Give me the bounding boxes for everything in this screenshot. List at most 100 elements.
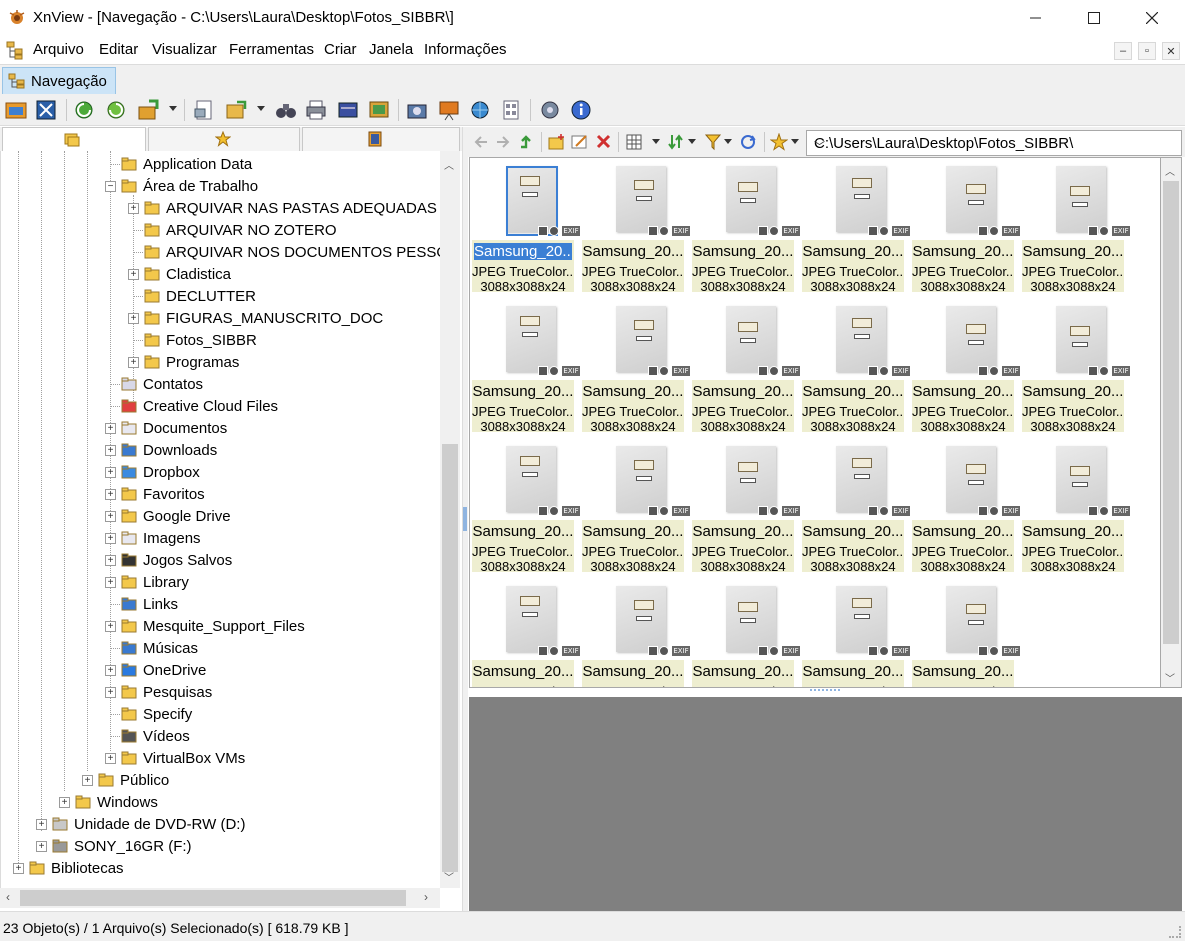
- back-arrow-icon[interactable]: [473, 134, 489, 150]
- view-mode-dropdown-arrow[interactable]: [652, 139, 660, 144]
- tree-item[interactable]: + Unidade de DVD-RW (D:): [1, 813, 440, 835]
- thumbnail-item[interactable]: EXIFSamsung_20...JPEG TrueColor...3088x3…: [912, 160, 1020, 294]
- tab-folders[interactable]: [2, 127, 146, 151]
- menu-janela[interactable]: Janela: [369, 41, 413, 58]
- thumbnail-item[interactable]: EXIFSamsung_20...JPEG TrueColor...3088x3…: [802, 300, 910, 434]
- thumbnail-item[interactable]: EXIFSamsung_20...JPEG TrueColor...3088x3…: [472, 160, 580, 294]
- new-folder-icon[interactable]: [548, 133, 566, 151]
- expand-icon[interactable]: +: [105, 621, 116, 632]
- thumb-scroll-thumb[interactable]: [1163, 181, 1179, 644]
- tree-item[interactable]: + OneDrive: [1, 659, 440, 681]
- preview-splitter-grip[interactable]: [810, 689, 840, 695]
- tree-item[interactable]: Links: [1, 593, 440, 615]
- expand-icon[interactable]: +: [105, 533, 116, 544]
- copy-to-button[interactable]: [224, 98, 248, 122]
- expand-icon[interactable]: +: [128, 203, 139, 214]
- pane-splitter[interactable]: [462, 127, 468, 911]
- favorite-star-icon[interactable]: [770, 133, 788, 151]
- expand-icon[interactable]: +: [128, 313, 139, 324]
- expand-icon[interactable]: +: [105, 687, 116, 698]
- tree-item[interactable]: + Library: [1, 571, 440, 593]
- scroll-down-arrow[interactable]: ﹀: [444, 869, 454, 884]
- close-button[interactable]: [1123, 0, 1181, 36]
- tab-navegacao[interactable]: Navegação: [2, 67, 116, 94]
- tree-item[interactable]: + Google Drive: [1, 505, 440, 527]
- thumbnail-item[interactable]: EXIFSamsung_20...JPEG TrueColor...3088x3…: [692, 580, 800, 687]
- expand-icon[interactable]: +: [82, 775, 93, 786]
- thumbnail-vertical-scrollbar[interactable]: ︿ ﹀: [1161, 157, 1182, 688]
- tree-item[interactable]: + Mesquite_Support_Files: [1, 615, 440, 637]
- tree-item[interactable]: + Jogos Salvos: [1, 549, 440, 571]
- thumbnail-item[interactable]: EXIFSamsung_20...JPEG TrueColor...3088x3…: [582, 160, 690, 294]
- scroll-down-arrow[interactable]: ﹀: [1165, 670, 1175, 685]
- expand-icon[interactable]: +: [105, 511, 116, 522]
- reload-button[interactable]: [104, 98, 128, 122]
- web-button[interactable]: [468, 98, 492, 122]
- scroll-right-arrow[interactable]: ›: [424, 890, 428, 904]
- thumbnail-item[interactable]: EXIFSamsung_20...JPEG TrueColor...3088x3…: [582, 440, 690, 574]
- thumbnail-item[interactable]: EXIFSamsung_20...JPEG TrueColor...3088x3…: [582, 300, 690, 434]
- delete-icon[interactable]: [595, 133, 613, 151]
- expand-icon[interactable]: +: [36, 819, 47, 830]
- thumbnail-item[interactable]: EXIFSamsung_20...JPEG TrueColor...3088x3…: [472, 300, 580, 434]
- tree-item[interactable]: − Área de Trabalho: [1, 175, 440, 197]
- menu-visualizar[interactable]: Visualizar: [152, 41, 217, 58]
- tree-item[interactable]: DECLUTTER: [1, 285, 440, 307]
- tab-favorites[interactable]: [148, 127, 300, 151]
- favorite-dropdown-arrow[interactable]: [791, 139, 799, 144]
- menu-criar[interactable]: Criar: [324, 41, 357, 58]
- thumbnail-item[interactable]: EXIFSamsung_20...JPEG TrueColor...3088x3…: [912, 300, 1020, 434]
- fullscreen-button[interactable]: [34, 98, 58, 122]
- menu-informacoes[interactable]: Informações: [424, 41, 507, 58]
- scroll-left-arrow[interactable]: ‹: [6, 890, 10, 904]
- expand-icon[interactable]: +: [105, 467, 116, 478]
- web-page-button[interactable]: [437, 98, 461, 122]
- expand-icon[interactable]: +: [105, 423, 116, 434]
- scan-button[interactable]: [336, 98, 360, 122]
- thumbnail-item[interactable]: EXIFSamsung_20...JPEG TrueColor...3088x3…: [472, 440, 580, 574]
- maximize-button[interactable]: [1065, 0, 1123, 36]
- expand-icon[interactable]: +: [59, 797, 70, 808]
- tree-item[interactable]: + Documentos: [1, 417, 440, 439]
- tree-item[interactable]: Specify: [1, 703, 440, 725]
- thumbnail-item[interactable]: EXIFSamsung_20...JPEG TrueColor...3088x3…: [692, 300, 800, 434]
- thumbnail-item[interactable]: EXIFSamsung_20...JPEG TrueColor...3088x3…: [802, 160, 910, 294]
- thumbnail-item[interactable]: EXIFSamsung_20...JPEG TrueColor...3088x3…: [912, 580, 1020, 687]
- settings-button[interactable]: [538, 98, 562, 122]
- tab-categories[interactable]: [302, 127, 460, 151]
- tree-item[interactable]: + Programas: [1, 351, 440, 373]
- expand-icon[interactable]: +: [105, 665, 116, 676]
- expand-icon[interactable]: +: [105, 555, 116, 566]
- tree-item[interactable]: + SONY_16GR (F:): [1, 835, 440, 857]
- tree-item[interactable]: + Bibliotecas: [1, 857, 440, 879]
- capture-button[interactable]: [367, 98, 391, 122]
- tree-item[interactable]: + Dropbox: [1, 461, 440, 483]
- expand-icon[interactable]: +: [105, 577, 116, 588]
- about-button[interactable]: [569, 98, 593, 122]
- tree-item[interactable]: + Cladistica: [1, 263, 440, 285]
- slideshow-button[interactable]: [405, 98, 429, 122]
- tree-item[interactable]: Application Data: [1, 153, 440, 175]
- sort-dropdown-arrow[interactable]: [688, 139, 696, 144]
- thumbnail-item[interactable]: EXIFSamsung_20...JPEG TrueColor...3088x3…: [692, 440, 800, 574]
- filter-icon[interactable]: [704, 133, 722, 151]
- tree-item[interactable]: Fotos_SIBBR: [1, 329, 440, 351]
- tree-hscroll-thumb[interactable]: [20, 890, 406, 906]
- thumbnail-item[interactable]: EXIFSamsung_20...JPEG TrueColor...3088x3…: [582, 580, 690, 687]
- parent-folder-icon[interactable]: [517, 133, 535, 151]
- tree-item[interactable]: + Pesquisas: [1, 681, 440, 703]
- thumbnail-item[interactable]: EXIFSamsung_20...JPEG TrueColor...3088x3…: [1022, 160, 1130, 294]
- expand-icon[interactable]: +: [128, 269, 139, 280]
- tree-item[interactable]: + FIGURAS_MANUSCRITO_DOC: [1, 307, 440, 329]
- open-button[interactable]: [192, 98, 216, 122]
- resize-grip[interactable]: [1169, 926, 1181, 938]
- expand-icon[interactable]: +: [105, 445, 116, 456]
- tree-item[interactable]: Contatos: [1, 373, 440, 395]
- rename-icon[interactable]: [571, 133, 589, 151]
- thumbnail-item[interactable]: EXIFSamsung_20...JPEG TrueColor...3088x3…: [472, 580, 580, 687]
- tree-item[interactable]: + Windows: [1, 791, 440, 813]
- tree-item[interactable]: ARQUIVAR NO ZOTERO: [1, 219, 440, 241]
- expand-icon[interactable]: +: [105, 489, 116, 500]
- filter-dropdown-arrow[interactable]: [724, 139, 732, 144]
- tree-item[interactable]: Creative Cloud Files: [1, 395, 440, 417]
